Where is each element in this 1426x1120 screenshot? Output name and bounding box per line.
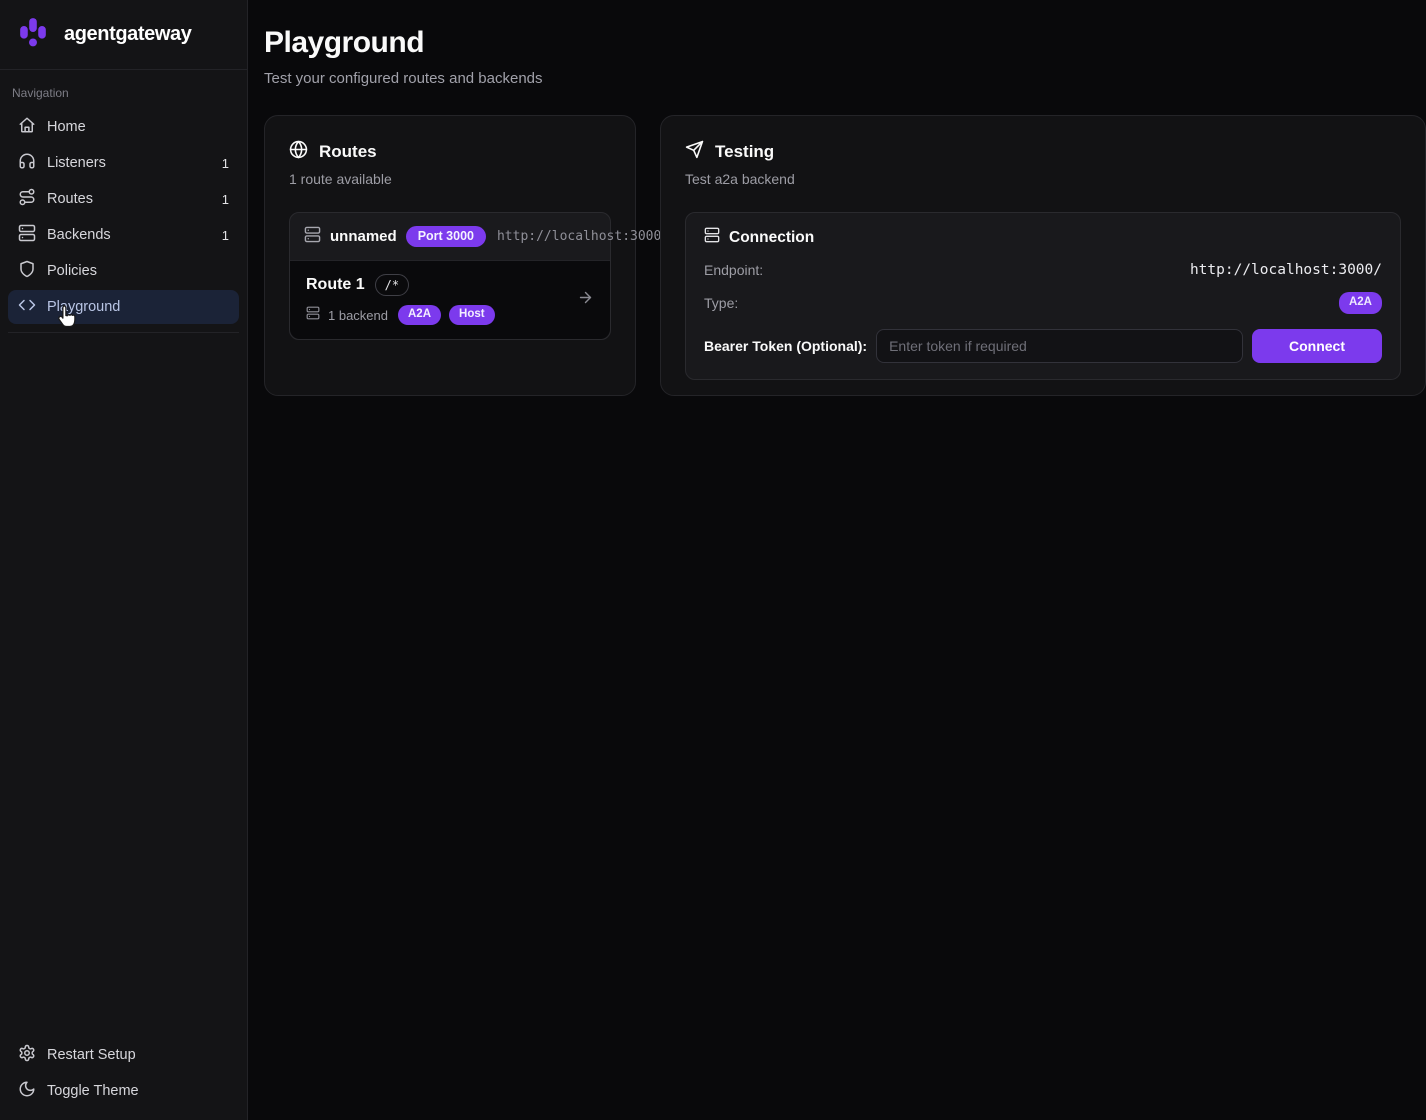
restart-setup-button[interactable]: Restart Setup xyxy=(8,1038,239,1072)
brand-name: agentgateway xyxy=(64,23,191,46)
main-content: Playground Test your configured routes a… xyxy=(248,0,1426,1120)
home-icon xyxy=(18,116,36,138)
toggle-theme-button[interactable]: Toggle Theme xyxy=(8,1074,239,1108)
backend-count: 1 backend xyxy=(328,308,388,323)
sidebar-item-label: Listeners xyxy=(47,155,106,171)
connection-panel: Connection Endpoint: http://localhost:30… xyxy=(685,212,1401,380)
type-badge: A2A xyxy=(1339,292,1382,314)
route-name: Route 1 xyxy=(306,276,365,294)
route-list-item[interactable]: Route 1 /* 1 backend A2A Host xyxy=(290,260,610,339)
port-badge: Port 3000 xyxy=(406,226,486,247)
sidebar-footer: Restart Setup Toggle Theme xyxy=(0,1038,247,1120)
sidebar: agentgateway Navigation Home Listeners 1 xyxy=(0,0,248,1120)
bearer-token-label: Bearer Token (Optional): xyxy=(704,338,867,354)
routes-card: Routes 1 route available unnamed Port 30… xyxy=(264,115,636,396)
server-icon xyxy=(704,227,720,248)
server-icon xyxy=(306,306,320,325)
server-icon xyxy=(304,226,321,248)
send-icon xyxy=(685,140,704,164)
page-subtitle: Test your configured routes and backends xyxy=(264,70,1426,87)
server-icon xyxy=(18,224,36,246)
arrow-right-icon[interactable] xyxy=(577,289,594,311)
connection-title: Connection xyxy=(729,229,814,247)
sidebar-item-backends[interactable]: Backends 1 xyxy=(8,218,239,252)
page-title: Playground xyxy=(264,26,1426,60)
listener-header: unnamed Port 3000 http://localhost:3000/ xyxy=(290,213,610,260)
headphones-icon xyxy=(18,152,36,174)
route-badge-host: Host xyxy=(449,305,495,325)
testing-card: Testing Test a2a backend Connection Endp… xyxy=(660,115,1426,396)
routes-count-badge: 1 xyxy=(222,192,229,207)
sidebar-item-routes[interactable]: Routes 1 xyxy=(8,182,239,216)
sidebar-item-playground[interactable]: Playground xyxy=(8,290,239,324)
sidebar-item-listeners[interactable]: Listeners 1 xyxy=(8,146,239,180)
listeners-count-badge: 1 xyxy=(222,156,229,171)
gear-icon xyxy=(18,1044,36,1066)
sidebar-item-label: Policies xyxy=(47,263,97,279)
backends-count-badge: 1 xyxy=(222,228,229,243)
type-label: Type: xyxy=(704,295,738,311)
testing-card-title: Testing xyxy=(715,142,774,162)
testing-card-subtitle: Test a2a backend xyxy=(685,171,1401,187)
listener-name: unnamed xyxy=(330,228,397,245)
brand: agentgateway xyxy=(0,0,247,70)
route-path-badge: /* xyxy=(375,274,409,296)
bearer-token-input[interactable] xyxy=(876,329,1243,363)
route-badge-a2a: A2A xyxy=(398,305,441,325)
route-icon xyxy=(18,188,36,210)
endpoint-label: Endpoint: xyxy=(704,262,763,278)
sidebar-item-label: Home xyxy=(47,119,86,135)
sidebar-item-home[interactable]: Home xyxy=(8,110,239,144)
endpoint-value: http://localhost:3000/ xyxy=(1190,262,1382,278)
listener-panel: unnamed Port 3000 http://localhost:3000/… xyxy=(289,212,611,340)
globe-icon xyxy=(289,140,308,164)
app-window: agentgateway Navigation Home Listeners 1 xyxy=(0,0,1426,1120)
nav-section-label: Navigation xyxy=(8,80,239,110)
sidebar-item-label: Routes xyxy=(47,191,93,207)
sidebar-item-label: Backends xyxy=(47,227,111,243)
sidebar-item-policies[interactable]: Policies xyxy=(8,254,239,288)
moon-icon xyxy=(18,1080,36,1102)
routes-card-title: Routes xyxy=(319,142,377,162)
shield-icon xyxy=(18,260,36,282)
connect-button[interactable]: Connect xyxy=(1252,329,1382,363)
code-icon xyxy=(18,296,36,318)
restart-setup-label: Restart Setup xyxy=(47,1047,136,1063)
agentgateway-logo-icon xyxy=(14,13,52,56)
listener-url: http://localhost:3000/ xyxy=(497,229,669,244)
sidebar-item-label: Playground xyxy=(47,299,120,315)
routes-card-subtitle: 1 route available xyxy=(289,171,611,187)
sidebar-nav: Navigation Home Listeners 1 Routes xyxy=(0,70,247,333)
toggle-theme-label: Toggle Theme xyxy=(47,1083,139,1099)
